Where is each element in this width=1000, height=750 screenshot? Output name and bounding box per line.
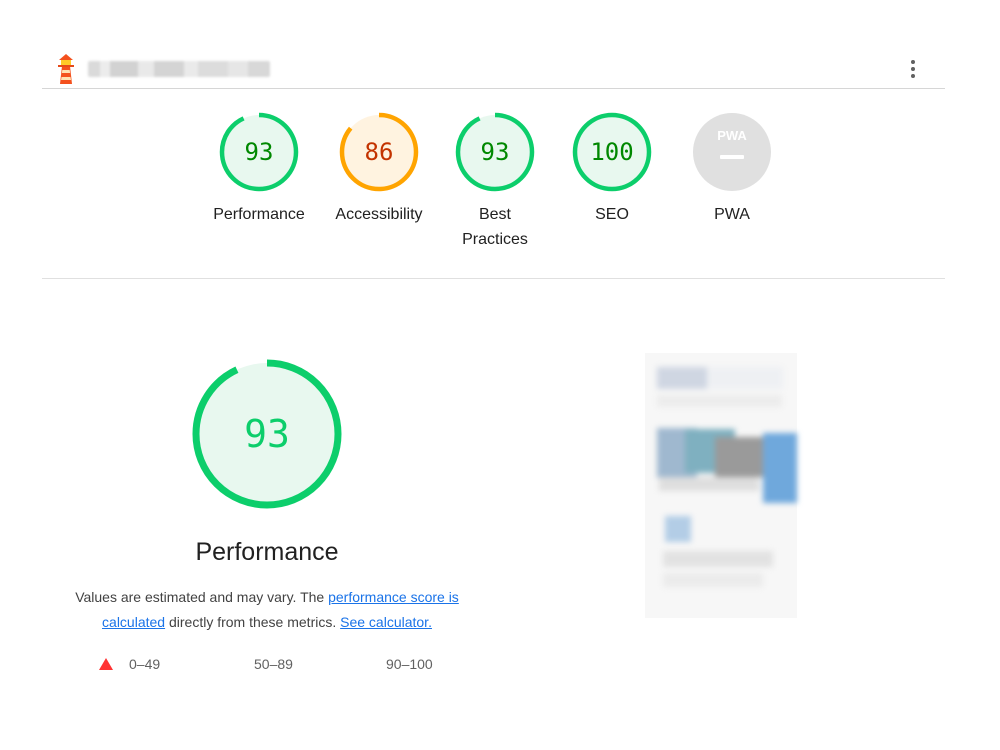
gauge-score: 93 (481, 138, 510, 166)
gauge-label: SEO (595, 206, 629, 223)
page-url-redacted (88, 61, 270, 77)
legend-fail: 0–49 (99, 656, 160, 672)
section-divider (42, 278, 945, 279)
performance-score: 93 (244, 412, 290, 456)
gauge-label: Performance (213, 206, 305, 223)
gauge-performance[interactable]: 93 Performance (200, 112, 318, 227)
blurred-page-preview (645, 353, 797, 618)
gauge-pwa[interactable]: PWA PWA (673, 112, 791, 227)
see-calculator-link[interactable]: See calculator. (340, 614, 432, 630)
gauge-score: 86 (365, 138, 394, 166)
gauge-score: 100 (590, 138, 633, 166)
gauge-score: 93 (245, 138, 274, 166)
gauge-accessibility[interactable]: 86 Accessibility (320, 112, 438, 227)
svg-text:PWA: PWA (717, 128, 747, 143)
lighthouse-icon (58, 54, 74, 84)
pwa-badge-icon: PWA (693, 113, 771, 191)
performance-description: Values are estimated and may vary. The p… (75, 589, 459, 630)
performance-title: Performance (195, 538, 339, 566)
gauge-label: Accessibility (335, 206, 423, 223)
page-screenshot-thumbnail[interactable] (645, 353, 797, 618)
category-gauges: 93 Performance 86 Accessibility 93 Best … (200, 112, 800, 262)
vertical-dots-icon (911, 60, 915, 64)
gauge-label: PWA (714, 206, 750, 223)
gauge-best-practices[interactable]: 93 Best Practices (440, 112, 550, 252)
report-header (42, 48, 945, 89)
performance-score-gauge: 93 (192, 359, 342, 509)
legend-average: 50–89 (254, 656, 293, 672)
fail-triangle-icon (99, 658, 113, 670)
more-options-button[interactable] (903, 58, 923, 82)
gauge-seo[interactable]: 100 SEO (553, 112, 671, 227)
legend-pass: 90–100 (386, 656, 433, 672)
gauge-label: Best Practices (462, 206, 528, 248)
